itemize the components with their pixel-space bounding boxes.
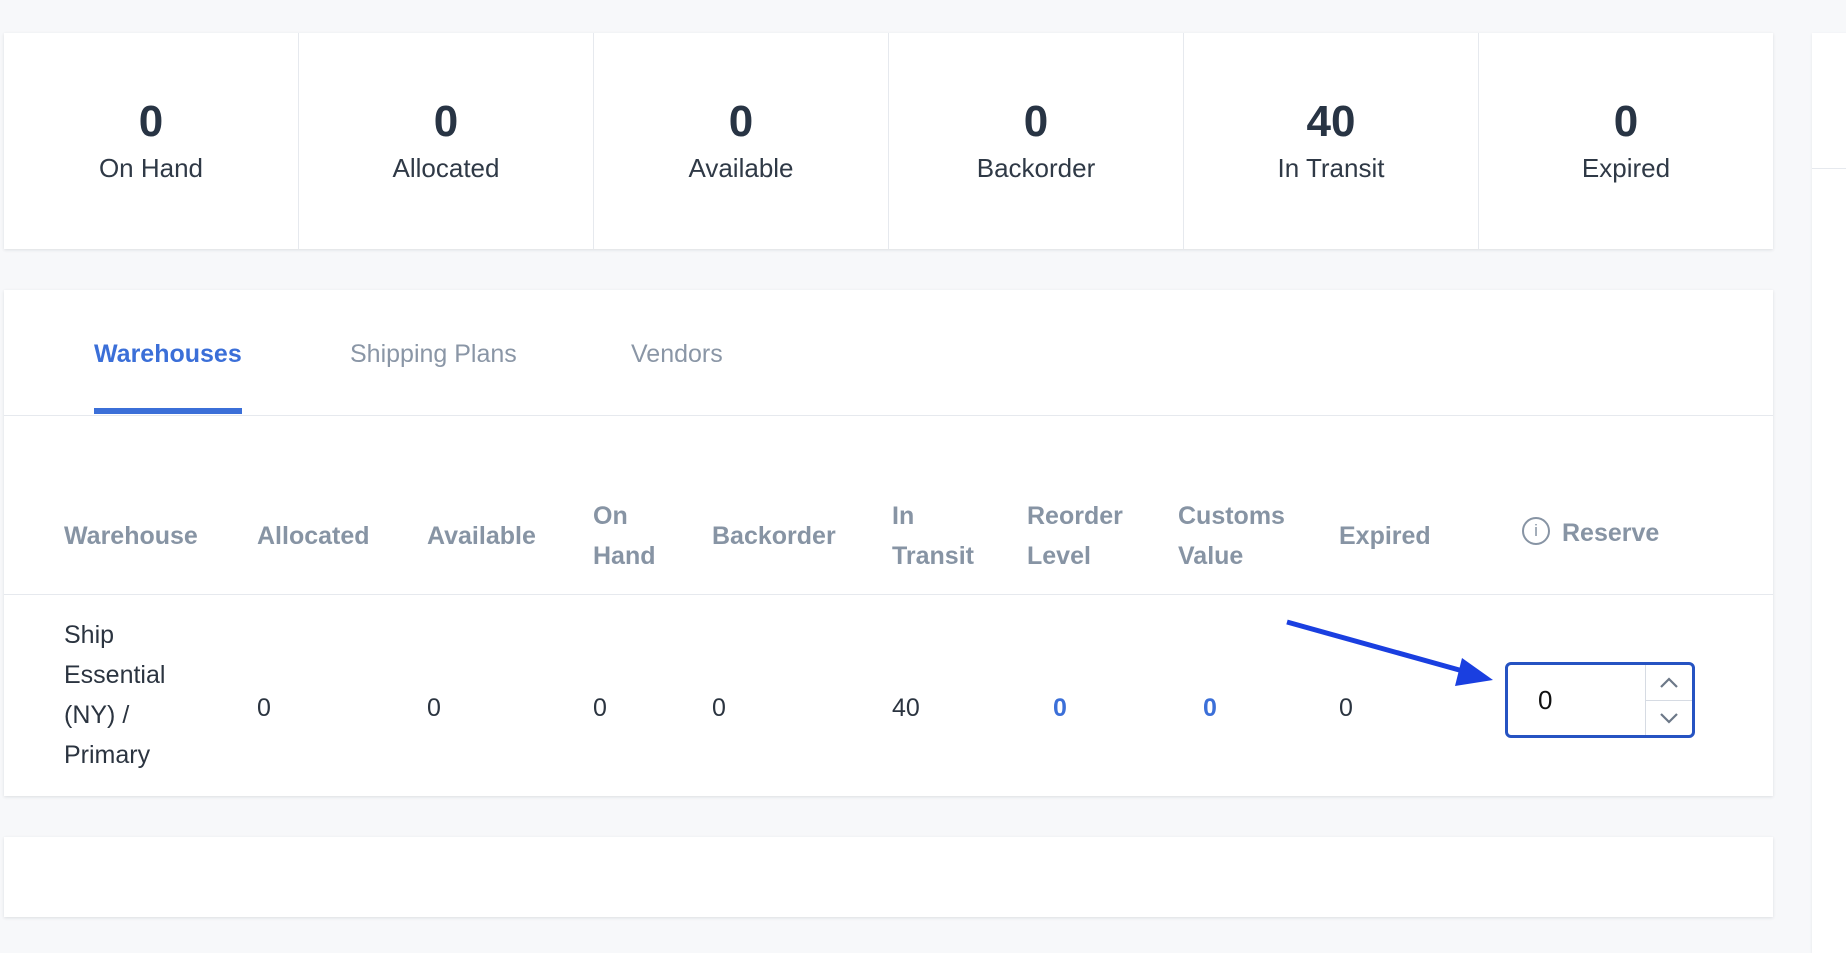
stat-label: On Hand	[98, 152, 204, 183]
header-divider	[4, 594, 1773, 595]
cell-allocated: 0	[257, 694, 271, 722]
side-panel-divider	[1812, 168, 1846, 169]
chevron-down-icon	[1660, 712, 1678, 724]
stat-value: 40	[1306, 97, 1356, 147]
decrement-button[interactable]	[1646, 700, 1692, 735]
col-header-on-hand-line2: Hand	[593, 542, 656, 570]
col-header-reorder-level-line2: Level	[1027, 542, 1091, 570]
stat-available: 0 Available	[594, 33, 889, 249]
stat-label: In Transit	[1277, 152, 1385, 183]
cell-backorder: 0	[712, 694, 726, 722]
col-header-in-transit-line2: Transit	[892, 542, 974, 570]
col-header-customs-value[interactable]: Customs Value	[1178, 496, 1285, 576]
stat-value: 0	[1613, 97, 1639, 147]
stat-value: 0	[1023, 97, 1049, 147]
stat-label: Allocated	[392, 152, 500, 183]
tab-vendors[interactable]: Vendors	[631, 340, 723, 414]
reserve-stepper	[1505, 662, 1695, 738]
stat-label: Available	[688, 152, 794, 183]
increment-button[interactable]	[1646, 665, 1692, 701]
col-header-allocated[interactable]: Allocated	[257, 516, 370, 556]
cell-warehouse-line: Essential	[64, 661, 166, 689]
cell-on-hand: 0	[593, 694, 607, 722]
stat-value: 0	[728, 97, 754, 147]
side-panel	[1812, 33, 1846, 953]
col-header-warehouse[interactable]: Warehouse	[64, 516, 198, 556]
cell-warehouse-line: Ship	[64, 621, 115, 649]
reserve-input[interactable]	[1508, 665, 1648, 735]
cell-warehouse-line: (NY) /	[64, 701, 130, 729]
col-header-on-hand[interactable]: On Hand	[593, 496, 656, 576]
col-header-reserve[interactable]: Reserve	[1562, 513, 1659, 553]
col-header-customs-value-line1: Customs	[1178, 502, 1285, 530]
stat-backorder: 0 Backorder	[889, 33, 1184, 249]
cell-expired: 0	[1339, 694, 1353, 722]
stat-label: Expired	[1581, 152, 1671, 183]
stepper-controls	[1645, 665, 1692, 735]
stat-allocated: 0 Allocated	[299, 33, 594, 249]
col-header-available[interactable]: Available	[427, 516, 536, 556]
cell-in-transit: 40	[892, 694, 920, 722]
cell-warehouse-line: Primary	[64, 741, 151, 769]
col-header-backorder[interactable]: Backorder	[712, 516, 836, 556]
info-circle-icon[interactable]: i	[1522, 517, 1550, 545]
stat-on-hand: 0 On Hand	[4, 33, 299, 249]
col-header-in-transit[interactable]: In Transit	[892, 496, 974, 576]
cell-available: 0	[427, 694, 441, 722]
inventory-summary: 0 On Hand 0 Allocated 0 Available 0 Back…	[4, 33, 1773, 249]
col-header-in-transit-line1: In	[892, 502, 915, 530]
stat-label: Backorder	[976, 152, 1096, 183]
reorder-level-link[interactable]: 0	[1053, 694, 1067, 723]
tab-bar: Warehouses Shipping Plans Vendors	[4, 290, 1773, 416]
col-header-on-hand-line1: On	[593, 502, 628, 530]
tab-shipping-plans[interactable]: Shipping Plans	[350, 340, 517, 414]
col-header-reorder-level-line1: Reorder	[1027, 502, 1123, 530]
col-header-expired[interactable]: Expired	[1339, 516, 1431, 556]
chevron-up-icon	[1660, 676, 1678, 688]
col-header-customs-value-line2: Value	[1178, 542, 1244, 570]
customs-value-link[interactable]: 0	[1203, 694, 1217, 723]
tab-warehouses[interactable]: Warehouses	[94, 340, 242, 414]
inventory-card: Warehouses Shipping Plans Vendors Wareho…	[4, 290, 1773, 796]
next-card	[4, 837, 1773, 917]
cell-warehouse: Ship Essential (NY) / Primary	[64, 615, 194, 775]
stat-expired: 0 Expired	[1479, 33, 1773, 249]
col-header-reorder-level[interactable]: Reorder Level	[1027, 496, 1123, 576]
stat-in-transit: 40 In Transit	[1184, 33, 1479, 249]
stat-value: 0	[138, 97, 164, 147]
stat-value: 0	[433, 97, 459, 147]
